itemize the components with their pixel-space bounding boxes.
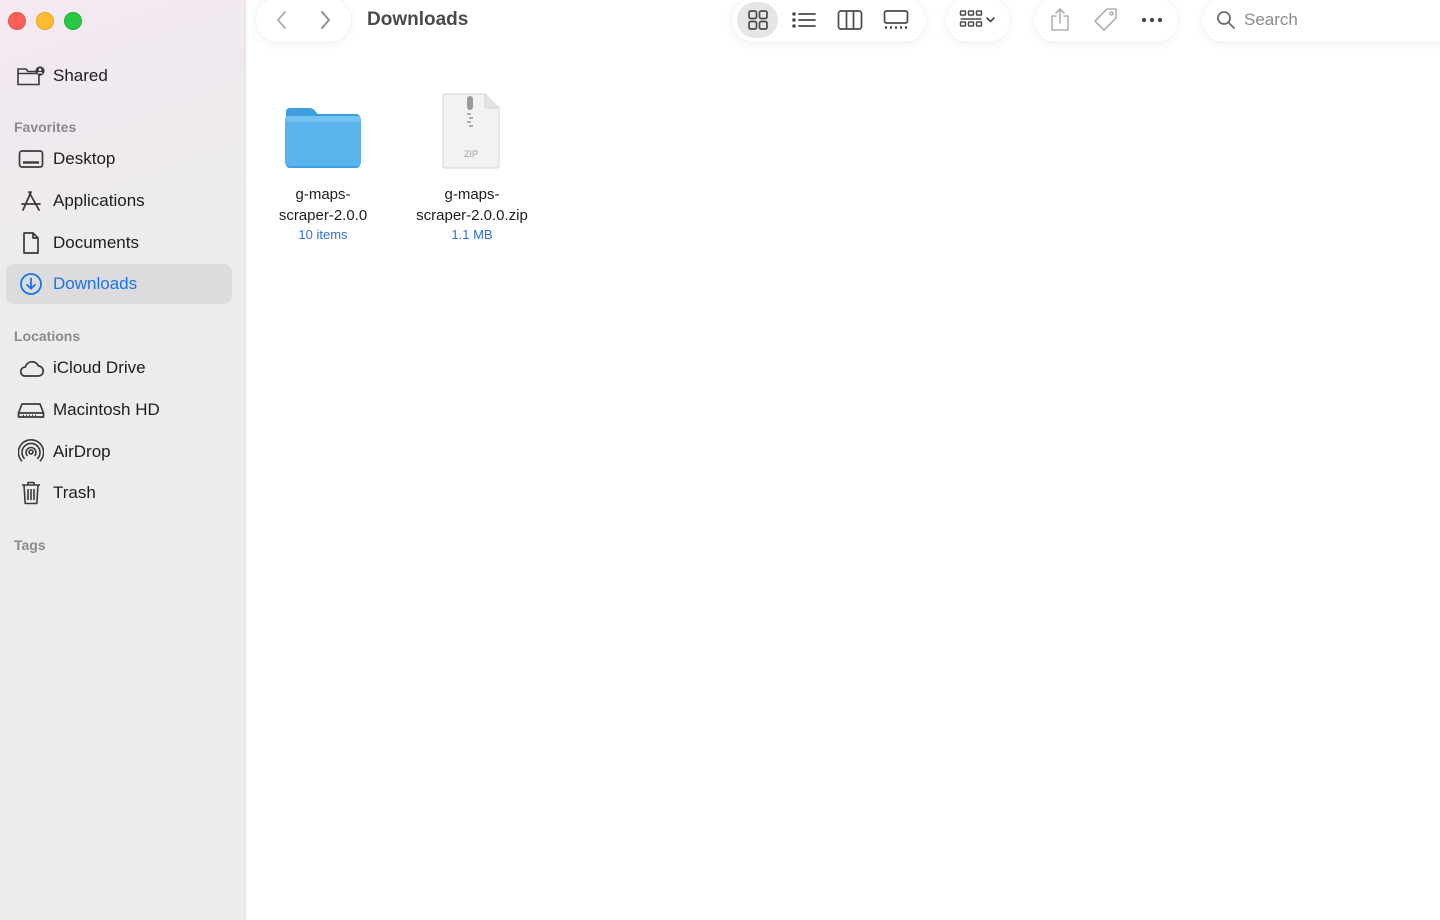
hard-drive-icon [16, 395, 46, 425]
file-name: g-maps- scraper-2.0.0.zip [416, 186, 528, 224]
folder-icon [285, 108, 361, 168]
airdrop-icon [16, 437, 46, 467]
toolbar: Downloads Search [246, 0, 1440, 60]
shared-folder-icon [16, 61, 46, 91]
sidebar-item-trash[interactable]: Trash [6, 473, 232, 513]
window-controls [8, 12, 82, 30]
window-title: Downloads [367, 9, 469, 30]
sidebar-item-desktop[interactable]: Desktop [6, 139, 232, 179]
minimize-window-button[interactable] [36, 12, 54, 30]
file-browser: g-maps- scraper-2.0.0 10 items ZIP g-map… [246, 60, 1440, 920]
sidebar-item-icloud-drive[interactable]: iCloud Drive [6, 348, 232, 388]
column-view-button[interactable] [829, 2, 870, 38]
sidebar-item-label: Macintosh HD [53, 400, 160, 419]
view-mode-selector [732, 0, 926, 42]
group-by-button[interactable] [946, 0, 1010, 42]
sidebar-item-label: iCloud Drive [53, 358, 146, 377]
file-meta: 10 items [298, 227, 348, 242]
search-field[interactable]: Search [1202, 0, 1440, 42]
group-by-icon [959, 10, 995, 27]
tag-button[interactable] [1086, 2, 1126, 38]
navigation-buttons [256, 0, 351, 42]
file-meta: 1.1 MB [451, 227, 493, 242]
sidebar-item-label: AirDrop [53, 442, 111, 461]
applications-icon [16, 186, 46, 216]
share-button[interactable] [1040, 2, 1080, 38]
sidebar-item-macintosh-hd[interactable]: Macintosh HD [6, 390, 232, 430]
action-buttons [1034, 0, 1178, 42]
share-icon [1051, 8, 1069, 31]
sidebar-item-applications[interactable]: Applications [6, 181, 232, 221]
columns-icon [837, 10, 862, 30]
sidebar-item-documents[interactable]: Documents [6, 223, 232, 263]
download-icon [16, 269, 46, 299]
file-name: g-maps- scraper-2.0.0 [278, 186, 368, 224]
file-item-folder[interactable]: g-maps- scraper-2.0.0 10 items [253, 86, 393, 243]
list-icon [791, 12, 816, 28]
sidebar: Shared Favorites Desktop Applications Do… [0, 0, 246, 920]
zip-badge-label: ZIP [464, 149, 478, 159]
sidebar-item-shared[interactable]: Shared [6, 56, 232, 96]
gallery-icon [883, 10, 908, 29]
forward-button[interactable] [304, 2, 348, 38]
favorites-header: Favorites [14, 119, 77, 135]
file-item-zip[interactable]: ZIP g-maps- scraper-2.0.0.zip 1.1 MB [402, 86, 542, 243]
list-view-button[interactable] [783, 2, 824, 38]
chevron-left-icon [276, 11, 286, 29]
sidebar-item-label: Shared [53, 66, 108, 85]
desktop-icon [16, 144, 46, 174]
sidebar-item-label: Applications [53, 191, 145, 210]
tags-header: Tags [14, 537, 46, 553]
locations-header: Locations [14, 328, 81, 344]
search-placeholder: Search [1244, 10, 1298, 29]
more-button[interactable] [1132, 2, 1172, 38]
tag-icon [1094, 8, 1117, 31]
zip-archive-icon: ZIP [442, 93, 500, 169]
cloud-icon [16, 353, 46, 383]
maximize-window-button[interactable] [64, 12, 82, 30]
document-icon [16, 228, 46, 258]
trash-icon [16, 478, 46, 508]
sidebar-item-label: Desktop [53, 149, 116, 168]
gallery-view-button[interactable] [875, 2, 916, 38]
ellipsis-icon [1141, 17, 1163, 23]
grid-icon [747, 10, 768, 30]
sidebar-item-label: Downloads [53, 274, 138, 293]
close-window-button[interactable] [8, 12, 26, 30]
back-button[interactable] [260, 2, 304, 38]
sidebar-item-label: Documents [53, 233, 139, 252]
sidebar-item-airdrop[interactable]: AirDrop [6, 432, 232, 472]
chevron-right-icon [321, 11, 331, 29]
search-icon [1217, 11, 1235, 29]
icon-view-button[interactable] [737, 2, 778, 38]
sidebar-item-label: Trash [53, 483, 96, 502]
sidebar-item-downloads[interactable]: Downloads [6, 264, 232, 304]
